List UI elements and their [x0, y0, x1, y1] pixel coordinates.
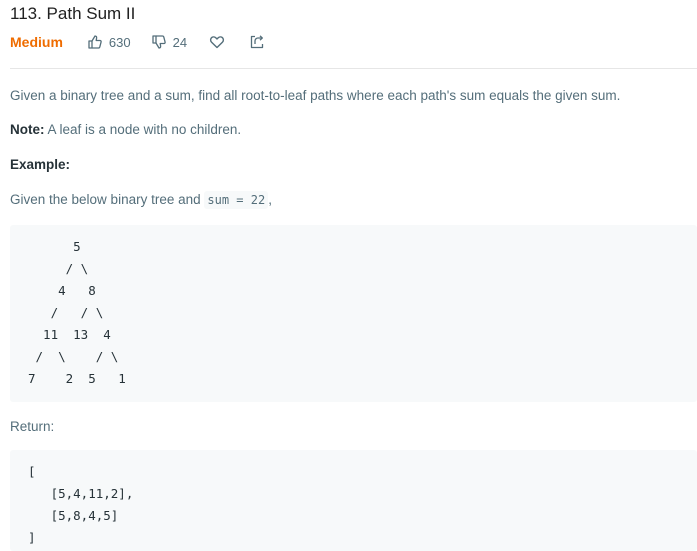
problem-description: Given a binary tree and a sum, find all …	[10, 88, 621, 103]
tree-code-block: 5 / \ 4 8 / / \ 11 13 4 / \ / \ 7 2 5 1	[10, 225, 697, 402]
given-sum-code: sum = 22	[204, 191, 269, 209]
return-line: [5,8,4,5]	[28, 508, 119, 523]
tree-line: / \ / \	[28, 349, 119, 364]
tree-line: / / \	[28, 305, 104, 320]
thumbs-up-icon	[87, 34, 103, 50]
heart-icon	[209, 34, 225, 50]
like-button[interactable]: 630	[87, 34, 131, 50]
tree-line: 7 2 5 1	[28, 371, 126, 386]
difficulty-label: Medium	[10, 34, 63, 50]
header-divider	[10, 68, 697, 69]
dislike-button[interactable]: 24	[151, 34, 187, 50]
thumbs-down-icon	[151, 34, 167, 50]
tree-line: / \	[28, 261, 89, 276]
dislikes-count: 24	[172, 34, 188, 50]
note-text: A leaf is a node with no children.	[47, 122, 242, 137]
share-button[interactable]	[249, 34, 265, 50]
return-line: [	[28, 464, 36, 479]
problem-title: 113. Path Sum II	[10, 4, 136, 23]
tree-line: 5	[28, 239, 81, 254]
given-suffix: ,	[268, 192, 272, 207]
tree-line: 4 8	[28, 283, 96, 298]
tree-line: 11 13 4	[28, 327, 111, 342]
return-label: Return:	[10, 419, 55, 434]
favorite-button[interactable]	[209, 34, 225, 50]
note-paragraph: Note: A leaf is a node with no children.	[10, 122, 241, 137]
return-line: ]	[28, 530, 36, 545]
given-paragraph: Given the below binary tree and sum = 22…	[10, 191, 272, 209]
problem-meta: Medium 630 24	[10, 32, 265, 52]
example-heading: Example:	[10, 157, 71, 172]
note-label: Note:	[10, 122, 45, 137]
given-text: Given the below binary tree and	[10, 192, 201, 207]
return-line: [5,4,11,2],	[28, 486, 134, 501]
share-icon	[249, 34, 265, 50]
return-code-block: [ [5,4,11,2], [5,8,4,5] ]	[10, 450, 697, 551]
likes-count: 630	[108, 34, 131, 50]
